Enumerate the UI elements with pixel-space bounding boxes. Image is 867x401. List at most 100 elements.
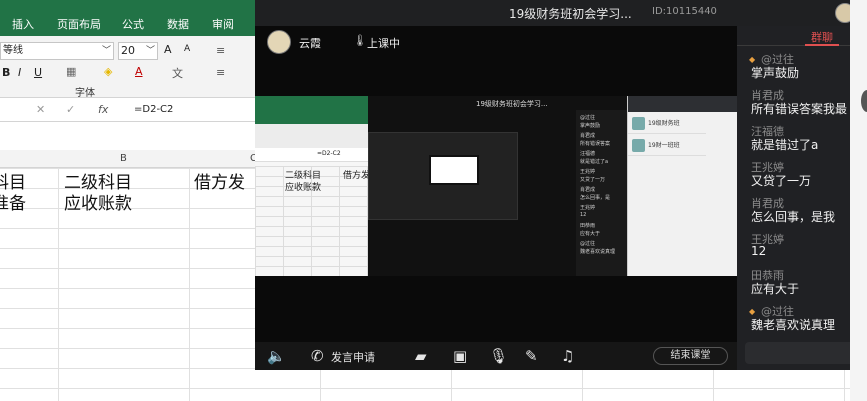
group-chat-tab[interactable]: 群聊 xyxy=(811,29,833,45)
phone-icon[interactable]: ✆ xyxy=(311,347,324,365)
column-header-b[interactable]: B xyxy=(120,153,127,164)
wechat-header xyxy=(628,96,737,112)
font-name-value: 等线 xyxy=(3,45,23,56)
whiteboard-icon[interactable]: ✎ xyxy=(525,347,538,365)
thermometer-icon: 🌡 xyxy=(353,34,367,47)
nested-chat-line: 又贷了一万 xyxy=(580,177,606,183)
wechat-conversation: 19级财务班 xyxy=(628,114,706,134)
excel-home-toolbar: 等线 ﹀ 20 ﹀ A A B I U ▦ ◈ A 文 ≡ ≡ 字体 xyxy=(0,36,260,99)
cell-c1[interactable]: 借方发 xyxy=(194,168,245,193)
shared-cell-c1: 借方发 xyxy=(343,171,371,181)
message-text: 怎么回事，是我 xyxy=(751,210,836,224)
font-size-select[interactable]: 20 ﹀ xyxy=(118,42,158,60)
music-icon[interactable]: ♫ xyxy=(561,347,574,365)
nested-chat-line: 王兆婷 xyxy=(580,205,596,211)
nested-chat-line: 所有错误答案 xyxy=(580,141,611,147)
live-status: 上课中 xyxy=(367,37,400,50)
message-text: 掌声鼓励 xyxy=(751,66,800,80)
message-text: 所有错误答案我最 xyxy=(751,102,848,116)
align-top-icon[interactable]: ≡ xyxy=(216,44,225,57)
chat-header: 群聊 xyxy=(737,26,867,46)
nested-chat-line: 怎么回事，是 xyxy=(580,195,611,201)
nested-chat-line: 就是错过了a xyxy=(580,159,609,165)
window-titlebar[interactable]: 19级财务班初会学习... ID:10115440 xyxy=(255,0,867,26)
nested-chat-line: 12 xyxy=(580,212,587,218)
message-text: 又贷了一万 xyxy=(751,174,812,188)
shared-excel-toolbar xyxy=(255,124,370,148)
host-info: 云霞 🌡 上课中 xyxy=(267,30,407,54)
wechat-conversation-name: 19财一班班 xyxy=(648,142,680,149)
align-left-icon[interactable]: ≡ xyxy=(216,66,225,79)
window-title: 19级财务班初会学习... xyxy=(509,7,632,21)
camera-off-icon[interactable]: ▰ xyxy=(415,347,427,365)
font-color-icon[interactable]: A xyxy=(135,65,143,78)
nested-chat-panel: @过往 掌声鼓励 肖君成 所有错误答案 汪福德 就是错过了a 王兆婷 又贷了一万… xyxy=(576,110,628,276)
column-headers: B C xyxy=(0,150,260,168)
nested-chat-line: 汪福德 xyxy=(580,151,596,157)
screen: 插入 页面布局 公式 数据 审阅 等线 ﹀ 20 ﹀ A A B I U ▦ ◈… xyxy=(0,0,867,401)
grow-font-button[interactable]: A xyxy=(164,43,172,56)
wechat-conversation: 19财一班班 xyxy=(628,136,706,156)
nested-chat-line: 掌声鼓励 xyxy=(580,123,601,129)
chevron-down-icon: ﹀ xyxy=(101,46,111,56)
nested-chat-line: @过往 xyxy=(580,115,596,121)
mention-badge-icon: ◆ xyxy=(749,55,756,64)
group-chat-panel: 群聊 ◆ @过往 掌声鼓励 肖君成 所有错误答案我最 汪福德 就是错过了a 王兆… xyxy=(737,26,867,370)
cancel-icon[interactable]: ✕ xyxy=(36,103,45,116)
phonetic-icon[interactable]: 文 xyxy=(172,65,183,81)
message-text: 魏老喜欢说真理 xyxy=(751,318,836,332)
underline-button[interactable]: U xyxy=(34,66,42,79)
nested-window-title: 19级财务班初会学习... xyxy=(476,100,548,108)
host-avatar xyxy=(267,30,291,54)
chat-input[interactable] xyxy=(745,342,863,364)
message-text: 应有大于 xyxy=(751,282,800,296)
formula-bar: ✕ ✓ fx =D2-C2 xyxy=(0,100,260,122)
shared-screen: =D2-C2 二级科目 应收账款 借方发 19级财务班初会学习... @过往 掌… xyxy=(255,96,737,276)
adjacent-app-edge xyxy=(850,0,867,401)
nested-chat-line: 王兆婷 xyxy=(580,169,596,175)
insert-function-button[interactable]: fx xyxy=(98,103,108,116)
screen-share-icon[interactable]: ▣ xyxy=(453,347,467,365)
message-text: 就是错过了a xyxy=(751,138,819,152)
microphone-icon[interactable]: 🎙 xyxy=(489,347,508,365)
mention-badge-icon: ◆ xyxy=(749,307,756,316)
tab-page-layout[interactable]: 页面布局 xyxy=(57,16,101,32)
message-text: 12 xyxy=(751,244,767,258)
formula-input[interactable]: =D2-C2 xyxy=(134,104,173,115)
borders-icon[interactable]: ▦ xyxy=(66,65,76,78)
nested-chat-line: 魏老喜欢说真理 xyxy=(580,249,616,255)
apply-speak-button[interactable]: 发言申请 xyxy=(331,349,375,365)
tab-formulas[interactable]: 公式 xyxy=(122,16,144,32)
italic-button[interactable]: I xyxy=(18,66,21,79)
tab-data[interactable]: 数据 xyxy=(167,16,189,32)
cell-b2[interactable]: 应收账款 xyxy=(64,189,132,214)
nested-chat-line: @过往 xyxy=(580,241,596,247)
tab-review[interactable]: 审阅 xyxy=(212,16,234,32)
end-class-button[interactable]: 结束课堂 xyxy=(653,347,728,365)
group-avatar xyxy=(632,139,645,152)
tab-insert[interactable]: 插入 xyxy=(12,16,34,32)
font-size-value: 20 xyxy=(121,44,135,57)
nested-chat-line: 肖君成 xyxy=(580,133,596,139)
nested-chat-line: 应有大于 xyxy=(580,231,601,237)
excel-ribbon: 插入 页面布局 公式 数据 审阅 xyxy=(0,0,260,36)
video-stage: 云霞 🌡 上课中 =D2-C2 二级科目 应收账款 借方发 19级财务班初会学习… xyxy=(255,26,737,344)
enter-icon[interactable]: ✓ xyxy=(66,103,75,116)
speaker-icon[interactable]: 🔈 xyxy=(267,347,286,365)
deepest-screen xyxy=(429,155,479,185)
active-tab-indicator xyxy=(805,44,839,46)
font-group-label: 字体 xyxy=(75,88,95,99)
classroom-window: 19级财务班初会学习... ID:10115440 云霞 🌡 上课中 =D2-C… xyxy=(255,0,867,370)
host-name: 云霞 xyxy=(299,37,321,50)
avatar[interactable] xyxy=(861,90,867,112)
font-name-select[interactable]: 等线 ﹀ xyxy=(0,42,114,60)
fill-color-icon[interactable]: ◈ xyxy=(104,65,112,78)
deeper-recursive-screen xyxy=(368,132,518,220)
cell-a2[interactable]: 准备 xyxy=(0,189,26,214)
bold-button[interactable]: B xyxy=(2,66,10,79)
class-id: ID:10115440 xyxy=(652,6,717,17)
shared-formula-bar: =D2-C2 xyxy=(255,148,370,162)
shrink-font-button[interactable]: A xyxy=(184,44,190,54)
shared-cell-b2: 应收账款 xyxy=(285,183,322,193)
nested-chat-line: 肖君成 xyxy=(580,187,596,193)
